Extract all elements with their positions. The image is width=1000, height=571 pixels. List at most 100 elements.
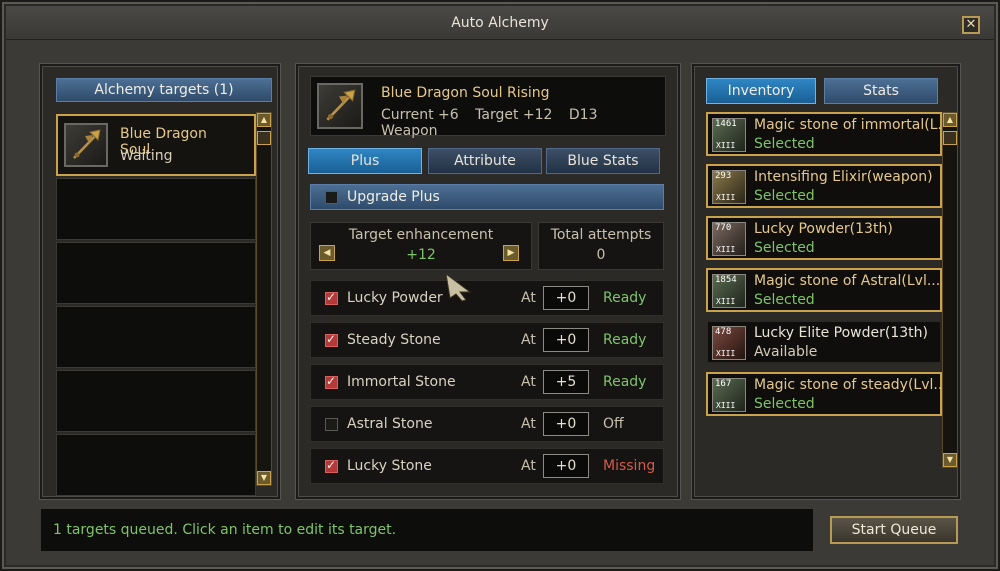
status-message: 1 targets queued. Click an item to edit … [53,522,397,538]
material-row: Immortal Stone At +5 Ready [310,364,664,400]
item-title: Blue Dragon Soul Rising [381,85,550,101]
item-count: 1854 [715,275,737,285]
inventory-item-status: Selected [754,240,815,256]
magic-stone-icon: 1461 XIII [712,118,746,152]
mouse-cursor-icon [445,272,472,302]
scroll-down-arrow-icon[interactable]: ▼ [943,453,957,467]
inventory-item[interactable]: 167 XIII Magic stone of steady(Lvl... Se… [706,372,947,416]
material-checkbox[interactable] [325,374,338,389]
inventory-item-status: Selected [754,396,815,412]
material-status: Off [603,416,624,432]
scroll-up-arrow-icon[interactable]: ▲ [257,113,271,127]
item-config-panel: Blue Dragon Soul Rising Current +6 Targe… [296,64,680,499]
item-grade: XIII [716,297,736,306]
item-grade: XIII [716,245,736,254]
material-row: Lucky Powder At +0 Ready [310,280,664,316]
inventory-panel: Inventory Stats 1461 XIII Magic stone of… [692,64,960,499]
window-title: Auto Alchemy [451,15,549,31]
total-attempts-value: 0 [596,247,606,263]
material-name: Immortal Stone [347,374,456,390]
alchemy-targets-panel: Alchemy targets (1) Blue Dragon Soul... … [40,64,280,499]
inventory-item[interactable]: 293 XIII Intensifing Elixir(weapon) Sele… [706,164,942,208]
tab-inventory[interactable]: Inventory [706,78,816,104]
empty-target-slot[interactable] [56,178,256,240]
material-checkbox[interactable] [325,458,338,473]
inventory-item[interactable]: 1461 XIII Magic stone of immortal(L... S… [706,112,951,156]
item-grade: XIII [716,349,736,358]
material-checkbox[interactable] [325,332,338,347]
material-status: Ready [603,332,647,348]
empty-target-slot[interactable] [56,306,256,368]
material-checkbox[interactable] [325,418,338,431]
target-enhancement-box: Target enhancement ◀ +12 ▶ [310,222,532,270]
empty-target-slot[interactable] [56,434,256,496]
target-enhancement-value: +12 [406,247,436,263]
trident-icon [317,83,363,129]
upgrade-plus-toggle[interactable]: Upgrade Plus [310,184,664,210]
material-status: Missing [603,458,656,474]
material-checkbox[interactable] [325,290,338,305]
window-titlebar[interactable]: Auto Alchemy ✕ [6,6,994,40]
close-button[interactable]: ✕ [962,16,980,34]
material-level-input[interactable]: +0 [543,412,589,436]
inventory-item-name: Magic stone of immortal(L... [754,117,951,133]
material-at-label: At [521,416,536,432]
upgrade-plus-checkbox[interactable] [325,191,338,204]
material-level-input[interactable]: +0 [543,286,589,310]
inventory-item[interactable]: 1854 XIII Magic stone of Astral(Lvl.... … [706,268,945,312]
tab-attribute[interactable]: Attribute [428,148,542,174]
inventory-item-name: Lucky Elite Powder(13th) [754,325,928,341]
targets-scrollbar[interactable]: ▲ ▼ [256,112,272,486]
alchemy-targets-header: Alchemy targets (1) [56,78,272,102]
magic-stone-icon: 1854 XIII [712,274,746,308]
inventory-item-status: Selected [754,292,815,308]
inventory-scrollbar[interactable]: ▲ ▼ [942,112,958,468]
inventory-item[interactable]: 478 XIII Lucky Elite Powder(13th) Availa… [706,320,942,364]
item-count: 1461 [715,119,737,129]
inventory-item-name: Magic stone of steady(Lvl... [754,377,947,393]
material-row: Steady Stone At +0 Ready [310,322,664,358]
inventory-item[interactable]: 770 XIII Lucky Powder(13th) Selected [706,216,942,260]
item-count: 167 [715,379,732,389]
item-grade: XIII [716,401,736,410]
scroll-up-arrow-icon[interactable]: ▲ [943,113,957,127]
material-at-label: At [521,332,536,348]
tab-stats[interactable]: Stats [824,78,938,104]
inventory-item-name: Lucky Powder(13th) [754,221,893,237]
scroll-thumb[interactable] [943,131,957,145]
material-at-label: At [521,458,536,474]
auto-alchemy-window: Auto Alchemy ✕ Alchemy targets (1) Blue … [0,0,1000,571]
material-row: Lucky Stone At +0 Missing [310,448,664,484]
elixir-icon: 293 XIII [712,170,746,204]
inventory-item-name: Magic stone of Astral(Lvl.... [754,273,945,289]
material-level-input[interactable]: +5 [543,370,589,394]
target-slot[interactable]: Blue Dragon Soul... Waiting [56,114,256,176]
material-level-input[interactable]: +0 [543,454,589,478]
trident-icon [64,123,108,167]
tab-blue-stats[interactable]: Blue Stats [546,148,660,174]
empty-target-slot[interactable] [56,370,256,432]
material-name: Lucky Stone [347,458,432,474]
item-target-level: Target +12 [475,107,553,123]
item-current-level: Current +6 [381,107,459,123]
material-name: Steady Stone [347,332,441,348]
item-count: 478 [715,327,732,337]
selected-item-header: Blue Dragon Soul Rising Current +6 Targe… [310,76,666,139]
material-status: Ready [603,374,647,390]
start-queue-button[interactable]: Start Queue [830,516,958,544]
empty-target-slot[interactable] [56,242,256,304]
target-status: Waiting [120,148,173,164]
material-name: Astral Stone [347,416,433,432]
total-attempts-box: Total attempts 0 [538,222,664,270]
scroll-thumb[interactable] [257,131,271,145]
increase-arrow-icon[interactable]: ▶ [503,245,519,261]
tab-plus[interactable]: Plus [308,148,422,174]
material-at-label: At [521,290,536,306]
item-grade: XIII [716,193,736,202]
inventory-item-name: Intensifing Elixir(weapon) [754,169,933,185]
inventory-item-status: Available [754,344,818,360]
material-level-input[interactable]: +0 [543,328,589,352]
inventory-list: 1461 XIII Magic stone of immortal(L... S… [706,112,951,424]
material-at-label: At [521,374,536,390]
scroll-down-arrow-icon[interactable]: ▼ [257,471,271,485]
